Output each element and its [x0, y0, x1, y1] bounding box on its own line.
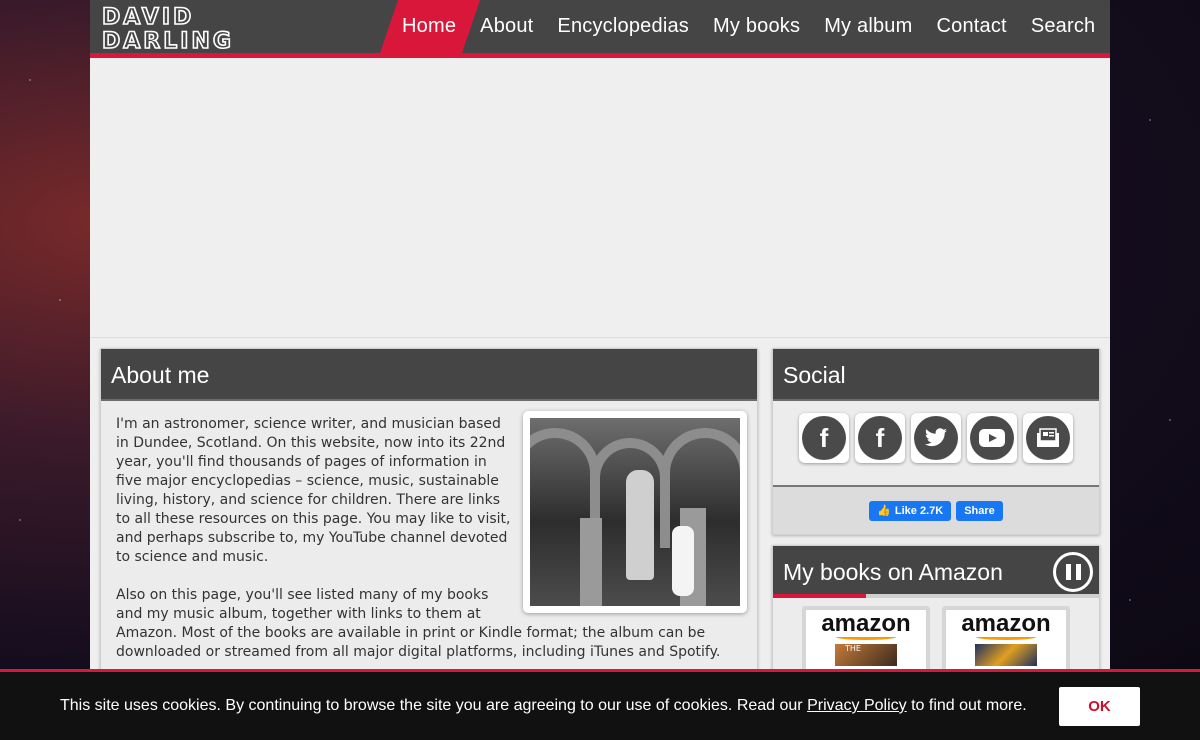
- hero-area: [90, 58, 1110, 338]
- facebook-icon[interactable]: f: [799, 413, 849, 463]
- logo-line-1: DAVID: [102, 5, 194, 30]
- author-photo-frame: [523, 411, 747, 613]
- site-header: DAVID DARLING Home About Encyclopedias M…: [90, 0, 1110, 58]
- nav-my-album[interactable]: My album: [824, 15, 912, 38]
- nav-about[interactable]: About: [480, 15, 533, 38]
- nav-search[interactable]: Search: [1031, 15, 1096, 38]
- logo-line-2: DARLING: [102, 29, 234, 50]
- about-title: About me: [101, 349, 757, 401]
- book-cover: THE: [835, 644, 897, 666]
- cookie-text: This site uses cookies. By continuing to…: [60, 697, 1027, 715]
- amazon-title: My books on Amazon: [783, 559, 1003, 585]
- youtube-icon[interactable]: [967, 413, 1017, 463]
- twitter-icon[interactable]: [911, 413, 961, 463]
- author-photo: [530, 418, 740, 606]
- pause-icon[interactable]: [1053, 552, 1093, 592]
- social-icons: f f: [773, 401, 1099, 487]
- site-logo[interactable]: DAVID DARLING: [100, 4, 320, 50]
- amazon-logo: amazon: [821, 610, 911, 637]
- facebook-like-button[interactable]: 👍 Like 2.7K: [869, 500, 952, 521]
- nav-my-books[interactable]: My books: [713, 15, 800, 38]
- about-body: I'm an astronomer, science writer, and m…: [101, 401, 757, 662]
- page-frame: DAVID DARLING Home About Encyclopedias M…: [90, 0, 1110, 740]
- facebook-icon[interactable]: f: [855, 413, 905, 463]
- facebook-share-button[interactable]: Share: [956, 500, 1003, 521]
- privacy-policy-link[interactable]: Privacy Policy: [807, 697, 907, 714]
- cookie-text-after: to find out more.: [906, 697, 1027, 714]
- cookie-ok-button[interactable]: OK: [1059, 687, 1140, 726]
- amazon-panel: My books on Amazon amazon THE amazon: [772, 545, 1100, 696]
- social-panel: Social f f 👍 Like 2.7K Share: [772, 348, 1100, 535]
- nav-encyclopedias[interactable]: Encyclopedias: [557, 15, 689, 38]
- carousel-progress: [773, 594, 866, 598]
- nav-contact[interactable]: Contact: [936, 15, 1006, 38]
- about-panel: About me I'm an astronomer, science writ…: [100, 348, 758, 678]
- main-nav: Home About Encyclopedias My books My alb…: [390, 0, 1107, 53]
- like-count-label: Like 2.7K: [894, 504, 944, 517]
- social-title: Social: [773, 349, 1099, 401]
- thumbs-up-icon: 👍: [877, 505, 891, 517]
- cookie-text-before: This site uses cookies. By continuing to…: [60, 697, 808, 714]
- amazon-logo: amazon: [961, 610, 1051, 637]
- facebook-like-row: 👍 Like 2.7K Share: [773, 487, 1099, 534]
- amazon-title-bar: My books on Amazon: [773, 546, 1099, 598]
- book-cover: [975, 644, 1037, 666]
- cookie-banner: This site uses cookies. By continuing to…: [0, 669, 1200, 740]
- nav-home[interactable]: Home: [402, 15, 456, 38]
- book-cover-text: THE: [845, 644, 861, 653]
- newsletter-icon[interactable]: [1023, 413, 1073, 463]
